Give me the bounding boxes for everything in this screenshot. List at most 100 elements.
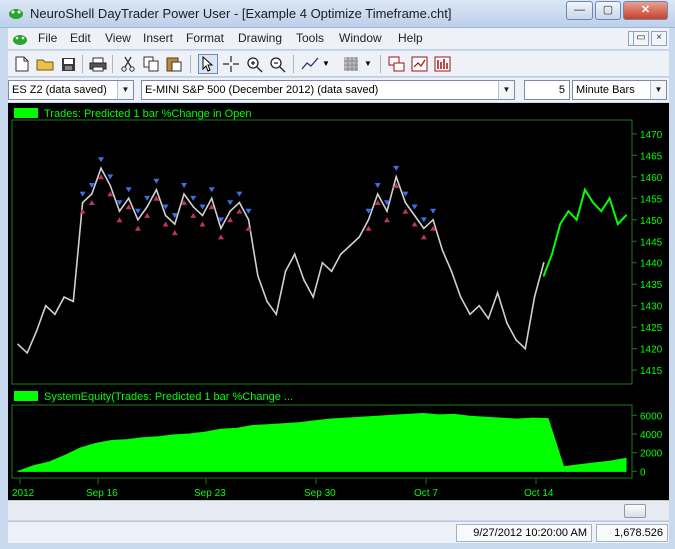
new-file-icon[interactable] xyxy=(12,54,32,74)
buy-marker xyxy=(153,178,160,184)
menu-edit[interactable]: Edit xyxy=(70,31,91,45)
mdi-close-button[interactable]: × xyxy=(651,31,667,46)
price-point xyxy=(229,210,231,212)
price-y-tick-label: 1415 xyxy=(640,366,663,377)
mdi-restore-button[interactable]: ▭ xyxy=(633,31,649,46)
active-point xyxy=(600,210,603,213)
buy-marker xyxy=(245,208,252,214)
sell-marker xyxy=(162,221,169,227)
active-point xyxy=(559,223,562,226)
minimize-button[interactable]: — xyxy=(566,1,593,20)
price-point xyxy=(404,201,407,204)
price-y-tick-label: 1455 xyxy=(640,194,663,205)
equity-y-tick-label: 4000 xyxy=(640,430,663,441)
pointer-icon[interactable] xyxy=(198,54,218,74)
menu-window[interactable]: Window xyxy=(339,31,382,45)
sell-marker xyxy=(236,208,243,214)
maximize-button[interactable]: ▢ xyxy=(595,1,621,20)
price-y-tick-label: 1420 xyxy=(640,345,663,356)
price-point xyxy=(220,227,222,230)
pattern-icon[interactable] xyxy=(341,54,361,74)
x-tick-label: Oct 14 xyxy=(524,488,554,499)
status-datetime: 9/27/2012 10:20:00 AM xyxy=(456,524,592,542)
save-icon[interactable] xyxy=(58,54,78,74)
price-point xyxy=(423,227,425,230)
chevron-down-icon[interactable]: ▼ xyxy=(117,81,133,99)
price-y-tick-label: 1470 xyxy=(640,130,663,141)
menu-view[interactable]: View xyxy=(105,31,131,45)
price-point xyxy=(247,219,250,221)
line-tool-dropdown-icon[interactable]: ▼ xyxy=(322,59,330,68)
price-point xyxy=(303,279,305,281)
symbol-select[interactable]: ES Z2 (data saved) ▼ xyxy=(8,80,134,100)
menu-format[interactable]: Format xyxy=(186,31,224,45)
document-icon[interactable] xyxy=(12,31,28,47)
copy-icon[interactable] xyxy=(141,54,161,74)
price-point xyxy=(432,219,434,221)
price-point xyxy=(127,197,130,200)
chart-type-icon[interactable] xyxy=(409,54,429,74)
print-icon[interactable] xyxy=(88,54,108,74)
price-point xyxy=(266,300,268,303)
price-point xyxy=(450,270,453,273)
scrollbar-thumb[interactable] xyxy=(624,504,646,518)
close-button[interactable]: ✕ xyxy=(623,1,668,20)
horizontal-scrollbar[interactable] xyxy=(8,500,669,520)
x-tick-label: Sep 23 xyxy=(194,488,226,499)
price-point xyxy=(349,244,351,247)
chevron-down-icon[interactable]: ▼ xyxy=(650,81,666,99)
price-point xyxy=(63,296,65,298)
buy-marker xyxy=(374,183,381,189)
equity-y-tick-label: 6000 xyxy=(640,411,663,422)
price-point xyxy=(35,330,38,333)
buy-marker xyxy=(393,165,400,171)
price-point xyxy=(109,184,111,187)
active-point xyxy=(625,214,627,217)
buy-marker xyxy=(430,208,437,214)
instrument-select[interactable]: E-MINI S&P 500 (December 2012) (data sav… xyxy=(141,80,515,100)
buy-marker xyxy=(236,191,243,197)
sell-marker xyxy=(227,217,234,223)
buy-marker xyxy=(411,204,418,210)
price-point xyxy=(183,193,185,195)
chart-indicator-icon[interactable] xyxy=(432,54,452,74)
bar-unit-select-value: Minute Bars xyxy=(576,84,635,96)
chart-canvas[interactable]: Trades: Predicted 1 bar %Change in Open … xyxy=(8,103,669,500)
crosshair-icon[interactable] xyxy=(221,54,241,74)
price-point xyxy=(376,193,379,195)
price-point xyxy=(257,274,259,277)
price-point xyxy=(210,197,213,200)
selector-row: ES Z2 (data saved) ▼ E-MINI S&P 500 (Dec… xyxy=(8,78,669,102)
bar-size-input[interactable]: 5 xyxy=(524,80,570,100)
price-point xyxy=(275,313,278,316)
active-point xyxy=(542,274,545,277)
buy-marker xyxy=(79,191,86,197)
paste-icon[interactable] xyxy=(164,54,184,74)
menu-file[interactable]: File xyxy=(38,31,57,45)
bar-unit-select[interactable]: Minute Bars ▼ xyxy=(572,80,667,100)
price-point xyxy=(118,210,121,212)
chart-area[interactable]: Trades: Predicted 1 bar %Change in Open … xyxy=(8,103,669,520)
toolbar-separator xyxy=(82,55,83,73)
menu-help[interactable]: Help xyxy=(398,31,423,45)
menu-drawing[interactable]: Drawing xyxy=(238,31,282,45)
price-point xyxy=(358,236,361,238)
price-series-line xyxy=(17,166,545,355)
zoom-out-icon[interactable] xyxy=(267,54,287,74)
price-point xyxy=(293,253,296,255)
price-point xyxy=(44,304,47,307)
buy-marker xyxy=(144,195,151,201)
line-tool-icon[interactable] xyxy=(300,54,320,74)
open-folder-icon[interactable] xyxy=(35,54,55,74)
pattern-dropdown-icon[interactable]: ▼ xyxy=(364,59,372,68)
menu-insert[interactable]: Insert xyxy=(143,31,173,45)
menu-tools[interactable]: Tools xyxy=(296,31,324,45)
price-y-tick-label: 1465 xyxy=(640,151,663,162)
price-point xyxy=(201,214,204,217)
active-point xyxy=(592,201,595,204)
window-tile-icon[interactable] xyxy=(386,54,406,74)
cut-icon[interactable] xyxy=(118,54,138,74)
price-point xyxy=(174,223,176,225)
chevron-down-icon[interactable]: ▼ xyxy=(498,81,514,99)
zoom-in-icon[interactable] xyxy=(244,54,264,74)
